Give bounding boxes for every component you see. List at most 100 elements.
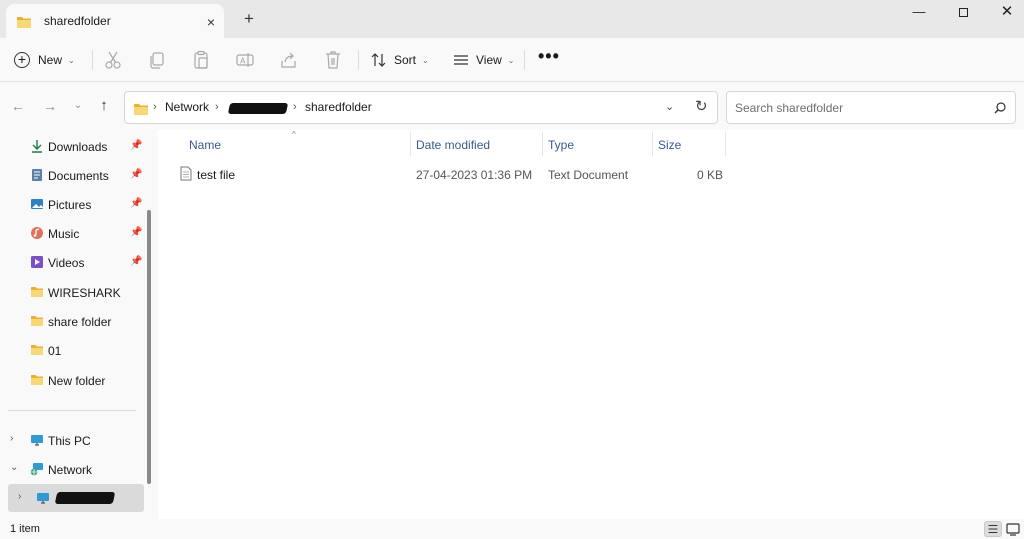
details-view-icon[interactable] — [984, 521, 1002, 537]
pictures-icon — [31, 199, 43, 209]
network-icon — [30, 463, 43, 476]
title-bar: sharedfolder × + — ✕ — [0, 0, 1024, 38]
sidebar-scrollbar[interactable] — [147, 210, 151, 484]
pin-icon[interactable]: 📌 — [130, 227, 142, 238]
chevron-down-icon[interactable]: ⌄ — [665, 100, 674, 113]
column-divider[interactable] — [652, 132, 653, 156]
tab-close-icon[interactable]: × — [200, 11, 222, 33]
chevron-right-icon: › — [153, 101, 157, 113]
command-bar: + New ⌄ A Sort ⌄ View ⌄ ••• — [0, 38, 1024, 82]
sidebar-item-pictures[interactable]: Pictures 📌 — [0, 190, 144, 218]
file-type: Text Document — [548, 168, 629, 182]
download-icon — [32, 140, 42, 153]
sidebar-item-label: Videos — [48, 256, 85, 270]
sidebar-item-label: Music — [48, 227, 80, 241]
sidebar-item-network[interactable]: ⌄ Network — [0, 455, 144, 483]
address-bar[interactable]: › Network › › sharedfolder ⌄ ↻ — [124, 91, 718, 124]
toolbar-divider — [358, 50, 359, 70]
toolbar-divider — [524, 50, 525, 70]
column-header-type[interactable]: Type — [548, 138, 574, 152]
chevron-down-icon: ⌄ — [68, 55, 75, 65]
paste-icon[interactable] — [190, 49, 212, 71]
svg-text:A: A — [240, 57, 246, 66]
sidebar-item-01[interactable]: 01 — [0, 336, 144, 364]
column-header-size[interactable]: Size — [658, 138, 681, 152]
sort-button[interactable]: Sort ⌄ — [370, 46, 429, 74]
folder-icon — [31, 287, 43, 297]
back-arrow-icon[interactable]: ← — [8, 96, 28, 116]
search-input[interactable]: Search sharedfolder — [726, 91, 1016, 124]
close-icon[interactable]: ✕ — [984, 0, 1024, 26]
chevron-down-icon[interactable]: ⌄ — [10, 462, 18, 473]
pin-icon[interactable]: 📌 — [130, 256, 142, 267]
sidebar-item-label: Pictures — [48, 198, 92, 212]
large-icons-view-icon[interactable] — [1004, 521, 1022, 537]
column-divider[interactable] — [725, 132, 726, 156]
rename-icon[interactable]: A — [234, 49, 256, 71]
pin-icon[interactable]: 📌 — [130, 198, 142, 209]
table-row[interactable]: test file 27-04-2023 01:36 PM Text Docum… — [178, 164, 723, 186]
sort-ascending-icon: ^ — [292, 130, 296, 139]
sidebar-item-new-folder[interactable]: New folder — [0, 366, 144, 394]
view-button[interactable]: View ⌄ — [452, 46, 515, 74]
up-arrow-icon[interactable]: ↑ — [94, 96, 114, 116]
chevron-down-icon: ⌄ — [422, 55, 429, 65]
folder-icon — [31, 316, 43, 326]
address-row: ← → ⌄ ↑ › Network › › sharedfolder ⌄ ↻ S… — [0, 82, 1024, 130]
view-label: View — [476, 53, 502, 67]
sidebar-item-label: WIRESHARK — [48, 286, 121, 300]
file-name: test file — [197, 168, 236, 182]
sidebar-item-network-host[interactable]: › — [8, 484, 144, 512]
more-options-button[interactable]: ••• — [538, 42, 560, 70]
breadcrumb-redacted-host[interactable] — [227, 103, 289, 114]
tab-title: sharedfolder — [44, 14, 111, 28]
column-header-name[interactable]: Name — [189, 138, 221, 152]
column-divider[interactable] — [542, 132, 543, 156]
search-icon[interactable] — [993, 101, 1007, 115]
sidebar-item-videos[interactable]: Videos 📌 — [0, 248, 144, 276]
sidebar-item-this-pc[interactable]: › This PC — [0, 426, 144, 454]
sidebar-item-share-folder[interactable]: share folder — [0, 307, 144, 335]
music-icon — [31, 227, 43, 239]
forward-arrow-icon[interactable]: → — [40, 96, 60, 116]
chevron-right-icon: › — [293, 101, 297, 113]
tab-sharedfolder[interactable]: sharedfolder × — [6, 4, 224, 38]
status-bar: 1 item — [0, 519, 1024, 539]
recent-locations-icon[interactable]: ⌄ — [68, 96, 88, 116]
sidebar-item-music[interactable]: Music 📌 — [0, 219, 144, 247]
sort-icon — [371, 53, 386, 67]
sidebar-item-label: New folder — [48, 374, 106, 388]
plus-icon: + — [14, 52, 30, 68]
column-header-date[interactable]: Date modified — [416, 138, 490, 152]
computer-icon — [31, 435, 43, 446]
file-date: 27-04-2023 01:36 PM — [416, 168, 533, 182]
breadcrumb-network[interactable]: Network — [165, 100, 209, 114]
sidebar-item-label: 01 — [48, 344, 62, 358]
file-list: ^ Name Date modified Type Size test file… — [158, 130, 1024, 519]
chevron-right-icon[interactable]: › — [18, 491, 21, 502]
text-file-icon — [180, 166, 192, 181]
sidebar-item-downloads[interactable]: Downloads 📌 — [0, 132, 144, 160]
column-divider[interactable] — [410, 132, 411, 156]
search-placeholder: Search sharedfolder — [735, 101, 844, 115]
pin-icon[interactable]: 📌 — [130, 169, 142, 180]
maximize-icon[interactable] — [940, 0, 986, 26]
delete-icon[interactable] — [322, 49, 344, 71]
refresh-icon[interactable]: ↻ — [695, 97, 708, 115]
new-button[interactable]: + New ⌄ — [14, 46, 75, 74]
chevron-right-icon[interactable]: › — [10, 433, 13, 444]
navigation-pane: Downloads 📌 Documents 📌 Pictures 📌 Music… — [0, 130, 158, 519]
item-count: 1 item — [10, 523, 40, 535]
breadcrumb-sharedfolder[interactable]: sharedfolder — [305, 100, 372, 114]
new-tab-icon[interactable]: + — [238, 8, 260, 30]
cut-icon[interactable] — [102, 49, 124, 71]
minimize-icon[interactable]: — — [896, 0, 942, 26]
copy-icon[interactable] — [146, 49, 168, 71]
folder-icon — [17, 17, 31, 28]
chevron-down-icon: ⌄ — [507, 55, 515, 65]
sidebar-item-documents[interactable]: Documents 📌 — [0, 161, 144, 189]
sort-label: Sort — [394, 53, 417, 67]
sidebar-item-wireshark[interactable]: WIRESHARK — [0, 278, 144, 306]
pin-icon[interactable]: 📌 — [130, 140, 142, 151]
share-icon[interactable] — [278, 49, 300, 71]
